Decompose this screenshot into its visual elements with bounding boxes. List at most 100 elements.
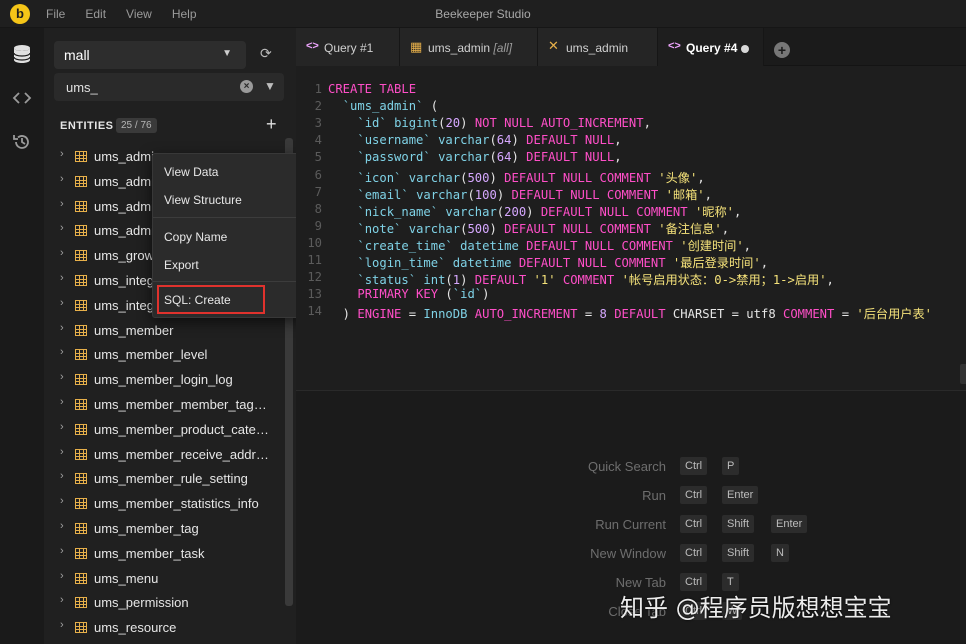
chevron-right-icon[interactable]: › (60, 322, 64, 334)
key-cap: Ctrl (680, 514, 708, 533)
line-number: 8 (314, 201, 322, 216)
chevron-right-icon[interactable]: › (60, 495, 64, 507)
code-text: `status` int(1) DEFAULT '1' COMMENT '帐号启… (328, 270, 834, 288)
table-row[interactable]: › ums_member_task (44, 542, 284, 566)
table-row[interactable]: › ums_member_statistics_info (44, 492, 284, 516)
chevron-right-icon[interactable]: › (60, 346, 64, 358)
chevron-right-icon[interactable]: › (60, 520, 64, 532)
code-token: ( (467, 187, 475, 202)
add-entity-icon[interactable]: + (266, 114, 277, 135)
menu-item-view-structure[interactable]: View Structure (164, 193, 242, 207)
tools-icon: ✕ (548, 38, 559, 53)
code-line: 8 `nick_name` varchar(200) DEFAULT NULL … (296, 202, 966, 219)
filter-icon[interactable]: ▼ (264, 79, 276, 93)
chevron-right-icon[interactable]: › (60, 198, 64, 210)
tab-query-4[interactable]: <> Query #4 (658, 28, 764, 66)
table-row[interactable]: › ums_member_level (44, 343, 284, 367)
chevron-right-icon[interactable]: › (60, 148, 64, 160)
chevron-right-icon[interactable]: › (60, 272, 64, 284)
menu-item-export[interactable]: Export (164, 258, 199, 272)
table-row[interactable]: › ums_member (44, 319, 284, 343)
shortcut-row: New Window Ctrl Shift N (296, 543, 966, 565)
table-row[interactable]: › ums_member_rule_setting (44, 467, 284, 491)
history-icon[interactable] (11, 132, 33, 154)
chevron-right-icon[interactable]: › (60, 470, 64, 482)
code-token: 8 (599, 307, 607, 322)
database-icon[interactable] (11, 44, 33, 66)
chevron-down-icon: ▼ (222, 48, 232, 59)
table-row[interactable]: › ums_member_product_category_relation (44, 418, 284, 442)
table-name: ums_member_member_tag_relation (94, 397, 272, 412)
code-token: , (760, 256, 769, 270)
chevron-right-icon[interactable]: › (60, 594, 64, 606)
code-token: ) (460, 116, 475, 131)
line-number: 13 (307, 287, 322, 302)
sql-editor[interactable]: 1 CREATE TABLE 2 `ums_admin` (3 `id` bigin… (296, 66, 966, 388)
line-number: 14 (307, 304, 322, 319)
chevron-right-icon[interactable]: › (60, 396, 64, 408)
code-token: 500 (467, 221, 490, 236)
shortcut-row: Quick Search Ctrl P (296, 456, 966, 478)
code-token: DEFAULT NULL COMMENT (526, 238, 673, 253)
code-text: `password` varchar(64) DEFAULT NULL, (328, 150, 621, 164)
code-text: `username` varchar(64) DEFAULT NULL, (328, 133, 621, 147)
table-row[interactable]: › ums_permission (44, 591, 284, 615)
refresh-icon[interactable]: ⟳ (260, 45, 272, 62)
menu-item-copy-name[interactable]: Copy Name (164, 230, 227, 244)
shortcut-label: Run (642, 487, 666, 503)
table-row[interactable]: › ums_member_login_log (44, 368, 284, 392)
unsaved-dot-icon (741, 45, 749, 53)
key-cap: N (771, 543, 789, 562)
chevron-right-icon[interactable]: › (60, 247, 64, 259)
code-token: DEFAULT NULL COMMENT (511, 187, 659, 202)
table-name: ums_permission (94, 595, 189, 611)
new-tab-icon[interactable]: + (774, 42, 790, 58)
tab-ums-admin-data[interactable]: ▦ ums_admin [all] (400, 28, 538, 66)
code-token: , (704, 187, 712, 202)
table-icon (75, 299, 87, 311)
table-row[interactable]: › ums_member_member_tag_relation (44, 393, 284, 417)
menu-item-view-data[interactable]: View Data (164, 165, 218, 179)
tab-label: ums_admin (428, 41, 491, 55)
tab-query-1[interactable]: <> Query #1 (296, 28, 400, 66)
clear-icon[interactable]: × (240, 80, 253, 93)
tab-label: Query #1 (324, 41, 374, 55)
chevron-right-icon[interactable]: › (60, 371, 64, 383)
chevron-right-icon[interactable]: › (60, 222, 64, 234)
line-number: 10 (307, 235, 322, 250)
code-token: = (577, 307, 600, 322)
code-text: CREATE TABLE (328, 82, 416, 96)
code-icon[interactable] (11, 88, 33, 110)
chevron-right-icon[interactable]: › (60, 545, 64, 557)
code-token: '后台用户表' (856, 307, 933, 322)
tab-ums-admin-structure[interactable]: ✕ ums_admin (538, 28, 658, 66)
entities-count-badge: 25 / 76 (116, 118, 157, 133)
filter-value: ums_ (66, 80, 98, 95)
filter-input[interactable]: ums_ × ▼ (54, 73, 284, 101)
code-token: ) (496, 187, 512, 202)
code-token: `status` (357, 273, 417, 288)
code-token: DEFAULT (614, 307, 666, 322)
code-token: = (401, 307, 424, 322)
chevron-right-icon[interactable]: › (60, 446, 64, 458)
table-row[interactable]: › ums_member_tag (44, 517, 284, 541)
chevron-right-icon[interactable]: › (60, 173, 64, 185)
code-token: , (734, 204, 742, 219)
chevron-right-icon[interactable]: › (60, 297, 64, 309)
table-row[interactable]: › ums_member_receive_address (44, 443, 284, 467)
chevron-right-icon[interactable]: › (60, 619, 64, 631)
table-row[interactable]: › ums_resource (44, 616, 284, 640)
entities-header: ENTITIES (60, 120, 114, 132)
table-name: ums_member_receive_address (94, 446, 272, 462)
code-text: `login_time` datetime DEFAULT NULL COMME… (328, 253, 768, 271)
chevron-right-icon[interactable]: › (60, 570, 64, 582)
code-text: `create_time` datetime DEFAULT NULL COMM… (328, 236, 751, 254)
table-row[interactable]: › ums_menu (44, 567, 284, 591)
connection-select[interactable]: mall ▼ (54, 41, 246, 69)
chevron-right-icon[interactable]: › (60, 421, 64, 433)
